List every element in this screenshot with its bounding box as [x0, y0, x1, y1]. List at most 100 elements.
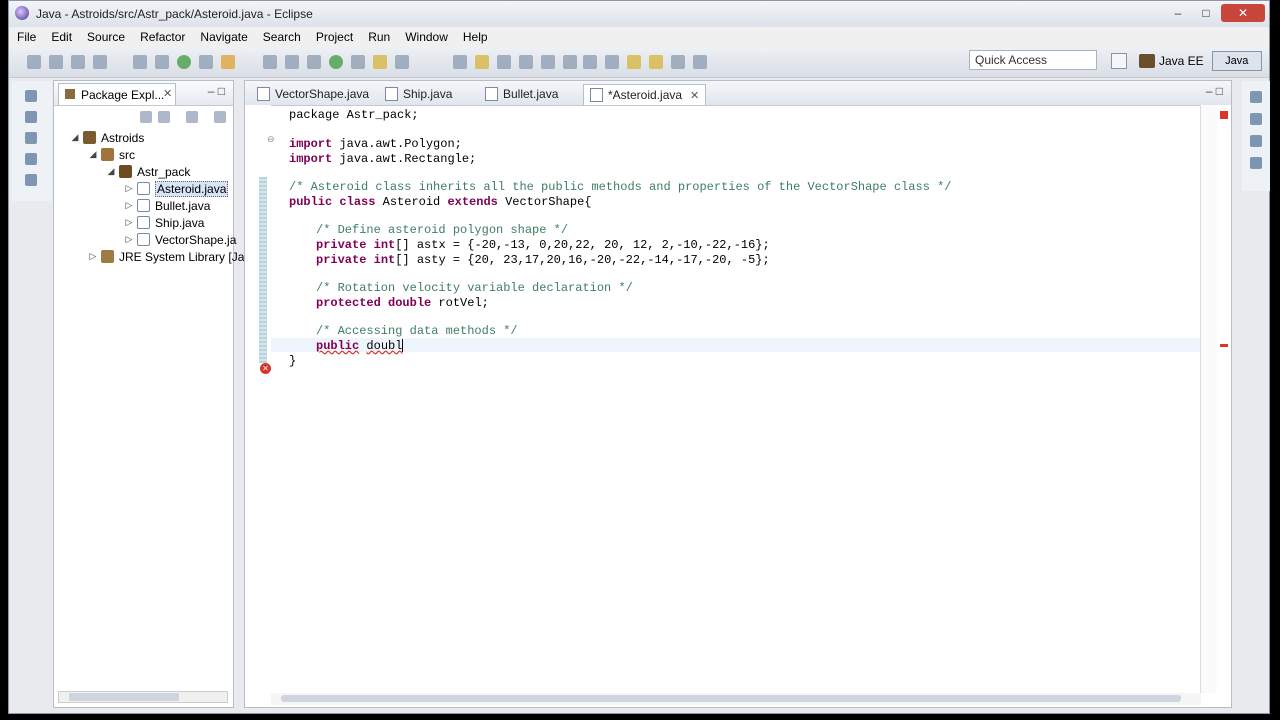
perspective-java-ee[interactable]: Java EE — [1159, 54, 1204, 68]
restore-icon[interactable] — [25, 90, 37, 102]
open-type-icon[interactable] — [351, 55, 365, 69]
paragraph-icon[interactable] — [563, 55, 577, 69]
run-icon[interactable] — [177, 55, 191, 69]
pin-icon[interactable] — [497, 55, 511, 69]
server-icon[interactable] — [133, 55, 147, 69]
close-icon[interactable]: ✕ — [690, 89, 699, 102]
outline-icon[interactable] — [25, 111, 37, 123]
new-class-icon[interactable] — [329, 55, 343, 69]
tree-item-ship[interactable]: ▷ Ship.java — [124, 214, 205, 231]
expand-arrow-icon[interactable]: ◢ — [106, 166, 116, 177]
menu-edit[interactable]: Edit — [51, 30, 72, 44]
print-icon[interactable] — [93, 55, 107, 69]
search-files-icon[interactable] — [395, 55, 409, 69]
tree-item-asteroid[interactable]: ▷ Asteroid.java — [124, 180, 229, 197]
expand-arrow-icon[interactable]: ◢ — [70, 132, 80, 143]
java-file-icon — [257, 87, 270, 101]
debug-icon[interactable] — [155, 55, 169, 69]
prev-annotation-icon[interactable] — [605, 55, 619, 69]
show-whitespace-icon[interactable] — [541, 55, 555, 69]
link-with-editor-icon[interactable] — [158, 111, 170, 123]
code-line: package Astr_pack; — [289, 108, 419, 122]
package-explorer-tab[interactable]: Package Expl... ✕ — [58, 83, 176, 105]
editor-hscrollbar[interactable] — [271, 693, 1201, 705]
external-tools-icon[interactable] — [221, 55, 235, 69]
menu-run[interactable]: Run — [368, 30, 390, 44]
close-icon[interactable]: ✕ — [163, 87, 172, 100]
title-bar: Java - Astroids/src/Astr_pack/Asteroid.j… — [9, 1, 1269, 27]
package-explorer: Package Expl... ✕ – □ ◢ Astroids ◢ src ◢… — [53, 80, 244, 708]
new-java-project-icon[interactable] — [263, 55, 277, 69]
maximize-button[interactable]: □ — [1193, 4, 1219, 22]
error-overview-marker[interactable] — [1220, 344, 1228, 347]
tab-asteroid[interactable]: *Asteroid.java ✕ — [583, 84, 707, 105]
editor-minmax-controls[interactable]: – □ — [1206, 84, 1223, 98]
tab-vectorshape[interactable]: VectorShape.java — [257, 84, 369, 104]
collapse-arrow-icon[interactable]: ▷ — [88, 251, 98, 262]
view-minmax-controls[interactable]: – □ — [208, 84, 225, 98]
minimize-button[interactable]: – — [1165, 4, 1191, 22]
expand-arrow-icon[interactable]: ◢ — [88, 149, 98, 160]
tree-item-src[interactable]: ◢ src — [88, 146, 135, 163]
menu-help[interactable]: Help — [463, 30, 488, 44]
collapse-arrow-icon[interactable]: ▷ — [124, 234, 134, 245]
menu-window[interactable]: Window — [405, 30, 448, 44]
collapse-arrow-icon[interactable]: ▷ — [124, 217, 134, 228]
menu-file[interactable]: File — [17, 30, 36, 44]
javadoc-icon[interactable] — [25, 132, 37, 144]
collapse-all-icon[interactable] — [140, 111, 152, 123]
annotation-icon[interactable] — [475, 55, 489, 69]
collapse-arrow-icon[interactable]: ▷ — [124, 183, 134, 194]
link-icon[interactable] — [693, 55, 707, 69]
restore-icon[interactable] — [1250, 135, 1262, 147]
window-title: Java - Astroids/src/Astr_pack/Asteroid.j… — [36, 7, 313, 21]
error-summary-icon[interactable] — [1220, 111, 1228, 119]
save-all-icon[interactable] — [71, 55, 85, 69]
menu-navigate[interactable]: Navigate — [200, 30, 247, 44]
search-icon[interactable] — [285, 55, 299, 69]
back-icon[interactable] — [649, 55, 663, 69]
menu-project[interactable]: Project — [316, 30, 353, 44]
forward-icon[interactable] — [671, 55, 685, 69]
menu-search[interactable]: Search — [263, 30, 301, 44]
restore-icon[interactable] — [1250, 91, 1262, 103]
fold-icon[interactable]: ⊖ — [267, 134, 275, 145]
error-marker-icon[interactable]: ✕ — [260, 363, 271, 374]
view-menu-icon[interactable] — [214, 111, 226, 123]
tree-item-project[interactable]: ◢ Astroids — [70, 129, 145, 146]
close-button[interactable]: ✕ — [1221, 4, 1265, 22]
focus-icon[interactable] — [186, 111, 198, 123]
perspective-java[interactable]: Java — [1211, 51, 1262, 71]
tree-item-vectorshape[interactable]: ▷ VectorShape.ja — [124, 231, 237, 248]
block-selection-icon[interactable] — [519, 55, 533, 69]
java-file-icon — [137, 233, 150, 246]
save-icon[interactable] — [49, 55, 63, 69]
menu-refactor[interactable]: Refactor — [140, 30, 185, 44]
collapse-arrow-icon[interactable]: ▷ — [124, 200, 134, 211]
scroll-thumb[interactable] — [281, 695, 1181, 702]
declaration-icon[interactable] — [25, 153, 37, 165]
package-explorer-hscrollbar[interactable] — [58, 691, 228, 703]
tree-item-bullet[interactable]: ▷ Bullet.java — [124, 197, 211, 214]
new-package-icon[interactable] — [307, 55, 321, 69]
scroll-thumb[interactable] — [69, 693, 179, 701]
tab-ship[interactable]: Ship.java — [385, 84, 452, 104]
java-file-icon — [590, 88, 603, 102]
new-icon[interactable] — [27, 55, 41, 69]
tree-item-jre-library[interactable]: ▷ JRE System Library [Ja — [88, 248, 245, 265]
tab-bullet[interactable]: Bullet.java — [485, 84, 558, 104]
editor-vscrollbar[interactable] — [1200, 105, 1217, 693]
tree-label: Asteroid.java — [155, 180, 229, 197]
quick-access-input[interactable]: Quick Access — [969, 50, 1097, 70]
last-edit-icon[interactable] — [627, 55, 641, 69]
toggle-mark-icon[interactable] — [453, 55, 467, 69]
task-list-icon[interactable] — [1250, 113, 1262, 125]
tree-item-package[interactable]: ◢ Astr_pack — [106, 163, 191, 180]
next-annotation-icon[interactable] — [583, 55, 597, 69]
menu-source[interactable]: Source — [87, 30, 125, 44]
coverage-icon[interactable] — [199, 55, 213, 69]
outline-icon[interactable] — [1250, 157, 1262, 169]
console-icon[interactable] — [25, 174, 37, 186]
open-task-icon[interactable] — [373, 55, 387, 69]
open-perspective-icon[interactable] — [1111, 53, 1127, 69]
